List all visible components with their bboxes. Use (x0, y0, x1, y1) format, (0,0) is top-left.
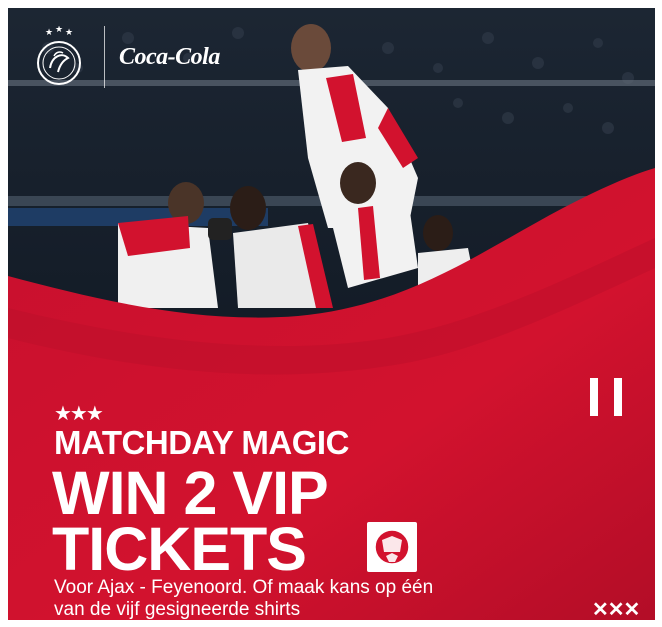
promo-card: ★ ★ ★ Coca-Cola ★★★ MATCHDAY MAGIC WIN 2… (8, 8, 655, 620)
svg-text:★: ★ (45, 27, 53, 37)
pause-icon[interactable] (586, 378, 626, 416)
sponsor-logos: ★ ★ ★ Coca-Cola (30, 22, 220, 92)
ajax-logo-icon: ★ ★ ★ (30, 24, 88, 88)
logo-divider (104, 26, 105, 88)
ajax-xxx-icon: ✕✕✕ (592, 599, 640, 620)
football-icon (367, 522, 417, 572)
svg-text:★: ★ (55, 26, 63, 34)
svg-text:★: ★ (65, 27, 73, 37)
promo-subline-2: van de vijf gesigneerde shirts (54, 599, 301, 620)
promo-subline-1: Voor Ajax - Feyenoord. Of maak kans op é… (54, 577, 434, 598)
coca-cola-logo: Coca-Cola (119, 43, 220, 70)
promo-kicker: MATCHDAY MAGIC (54, 424, 349, 461)
three-stars-icon: ★★★ (54, 403, 104, 425)
promo-headline-line2: TICKETS (52, 515, 307, 583)
